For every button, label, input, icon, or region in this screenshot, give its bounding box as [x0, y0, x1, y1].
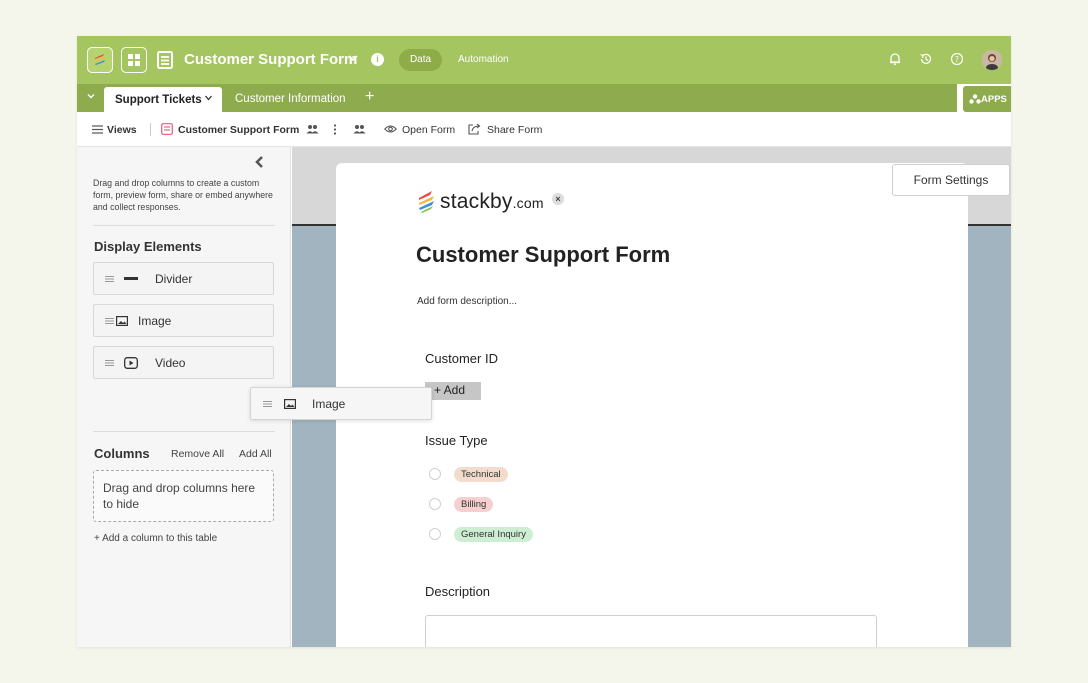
apps-button[interactable]: APPS	[963, 86, 1011, 112]
dragging-image-element[interactable]: Image	[250, 387, 432, 420]
add-table-button[interactable]: +	[365, 88, 374, 106]
share-form-button[interactable]: Share Form	[487, 124, 542, 136]
drag-handle-icon[interactable]	[105, 275, 114, 283]
element-video[interactable]: Video	[93, 346, 274, 379]
sidebar-help-text: Drag and drop columns to create a custom…	[93, 178, 273, 212]
tab-data[interactable]: Data	[399, 49, 442, 71]
more-options-icon[interactable]	[333, 124, 337, 135]
close-icon[interactable]: ×	[552, 193, 564, 205]
radio-button[interactable]	[429, 498, 441, 510]
form-description[interactable]: Add form description...	[417, 296, 517, 307]
view-toolbar: Views Customer Support Form Open Form Sh…	[77, 112, 1011, 147]
option-pill: General Inquiry	[454, 526, 533, 542]
form-title[interactable]: Customer Support Form	[416, 242, 670, 268]
field-label-issue-type: Issue Type	[425, 433, 488, 448]
tab-automation[interactable]: Automation	[458, 54, 509, 65]
tab-label: Support Tickets	[115, 94, 202, 106]
stackby-logo-icon	[419, 191, 434, 213]
open-form-button[interactable]: Open Form	[402, 124, 455, 136]
grid-icon[interactable]	[121, 47, 147, 73]
divider	[93, 431, 275, 432]
display-elements-title: Display Elements	[94, 239, 202, 254]
drag-handle-icon[interactable]	[263, 400, 272, 408]
history-icon[interactable]	[919, 52, 933, 66]
top-bar: Customer Support Form i Data Automation …	[77, 36, 1011, 84]
stackby-logo-icon[interactable]	[87, 47, 113, 73]
columns-title: Columns	[94, 446, 150, 461]
remove-all-button[interactable]: Remove All	[171, 448, 224, 460]
chevron-down-icon[interactable]	[204, 94, 213, 102]
form-settings-button[interactable]: Form Settings	[892, 164, 1010, 196]
field-label-customer-id: Customer ID	[425, 351, 498, 366]
drag-handle-icon[interactable]	[105, 317, 114, 325]
divider-icon	[124, 277, 138, 280]
add-customer-button[interactable]: + Add	[425, 382, 481, 400]
add-all-button[interactable]: Add All	[239, 448, 272, 460]
image-icon	[116, 316, 128, 326]
element-image[interactable]: Image	[93, 304, 274, 337]
radio-button[interactable]	[429, 528, 441, 540]
view-name[interactable]: Customer Support Form	[178, 124, 299, 136]
document-icon	[157, 51, 173, 69]
bell-icon[interactable]	[888, 52, 902, 66]
help-icon[interactable]: ?	[950, 52, 964, 66]
apps-icon	[969, 94, 981, 104]
chevron-down-icon[interactable]	[86, 91, 96, 101]
element-label: Video	[155, 356, 186, 370]
tables-bar: Support Tickets Customer Information +	[77, 84, 957, 113]
option-technical[interactable]: Technical	[429, 466, 508, 482]
element-divider[interactable]: Divider	[93, 262, 274, 295]
collaborators-icon[interactable]	[306, 124, 319, 134]
eye-icon	[384, 125, 397, 133]
info-icon[interactable]: i	[371, 53, 384, 66]
form-view-icon	[161, 123, 173, 135]
divider	[93, 225, 275, 226]
drag-handle-icon[interactable]	[105, 359, 114, 367]
chevron-down-icon[interactable]	[347, 52, 359, 64]
apps-label: APPS	[981, 94, 1007, 105]
option-pill: Billing	[454, 496, 494, 512]
element-label: Image	[138, 314, 172, 328]
option-billing[interactable]: Billing	[429, 496, 494, 512]
views-button[interactable]: Views	[107, 124, 137, 136]
description-textarea[interactable]	[425, 615, 877, 647]
app-title[interactable]: Customer Support Form	[184, 51, 357, 68]
menu-icon[interactable]	[92, 125, 103, 134]
hide-columns-dropzone[interactable]: Drag and drop columns here to hide	[93, 470, 274, 522]
option-pill: Technical	[454, 466, 508, 482]
share-icon	[468, 123, 481, 135]
tab-customer-information[interactable]: Customer Information	[235, 93, 346, 105]
video-icon	[124, 357, 138, 369]
image-icon	[284, 399, 296, 409]
brand-logo: stackby.com	[416, 189, 544, 215]
brand-name: stackby.com	[440, 190, 544, 213]
option-general-inquiry[interactable]: General Inquiry	[429, 526, 533, 542]
avatar[interactable]	[982, 50, 1002, 70]
element-label: Divider	[155, 272, 193, 286]
chevron-left-icon[interactable]	[254, 155, 264, 169]
share-users-icon[interactable]	[353, 124, 366, 134]
element-label: Image	[312, 397, 346, 411]
field-label-description: Description	[425, 584, 491, 599]
app-window: Customer Support Form i Data Automation …	[77, 36, 1011, 647]
add-column-link[interactable]: + Add a column to this table	[94, 533, 217, 544]
divider	[150, 123, 151, 136]
radio-button[interactable]	[429, 468, 441, 480]
svg-text:?: ?	[955, 55, 959, 64]
